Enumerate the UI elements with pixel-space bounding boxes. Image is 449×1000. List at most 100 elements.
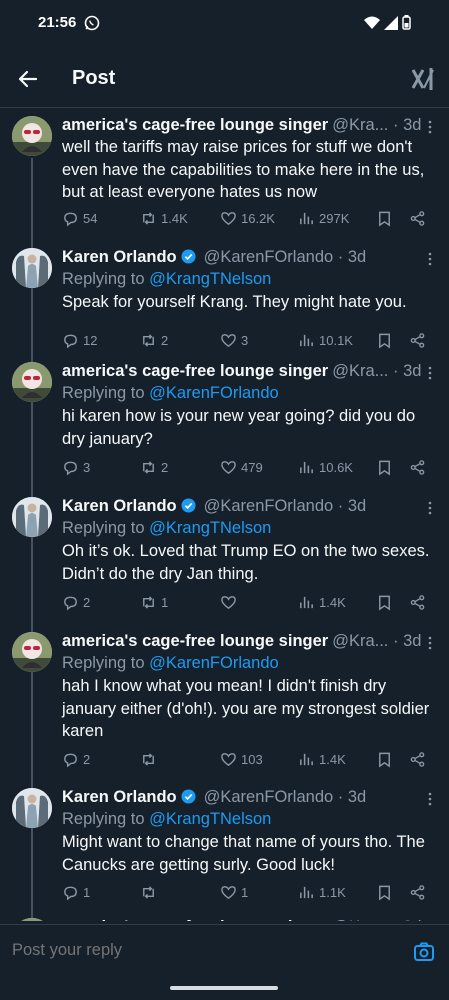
views-button[interactable]: 1.4K bbox=[298, 592, 346, 612]
replying-to-link[interactable]: @KarenFOrlando bbox=[149, 384, 279, 402]
more-options-icon[interactable] bbox=[427, 252, 433, 266]
bookmark-button[interactable] bbox=[376, 882, 393, 902]
share-button[interactable] bbox=[409, 208, 426, 228]
replying-to-label: Replying to bbox=[62, 810, 150, 828]
avatar[interactable] bbox=[12, 362, 52, 402]
repost-button[interactable]: 1 bbox=[140, 592, 168, 612]
author-handle[interactable]: @KarenFOrlando bbox=[204, 788, 334, 806]
replying-to-link[interactable]: @KrangTNelson bbox=[149, 810, 271, 828]
avatar[interactable] bbox=[12, 918, 52, 921]
tweet-header: america's cage-free lounge singer @Kra...… bbox=[62, 916, 426, 921]
view-count: 1.4K bbox=[319, 751, 346, 767]
share-icon[interactable] bbox=[409, 459, 426, 476]
bookmark-button[interactable] bbox=[376, 208, 393, 228]
bookmark-icon[interactable] bbox=[376, 459, 393, 476]
like-button[interactable]: 1 bbox=[220, 882, 248, 902]
author-name[interactable]: america's cage-free lounge singer bbox=[62, 632, 328, 650]
like-count: 16.2K bbox=[241, 210, 275, 226]
heart-icon bbox=[221, 885, 236, 899]
repost-button[interactable]: 2 bbox=[140, 457, 168, 477]
bookmark-button[interactable] bbox=[376, 457, 393, 477]
avatar[interactable] bbox=[12, 497, 52, 537]
bookmark-icon[interactable] bbox=[376, 884, 393, 901]
like-button[interactable]: 479 bbox=[220, 457, 263, 477]
more-options-icon[interactable] bbox=[427, 366, 433, 380]
share-icon[interactable] bbox=[409, 332, 426, 349]
share-icon[interactable] bbox=[409, 210, 426, 227]
more-options-icon[interactable] bbox=[427, 636, 433, 650]
repost-icon bbox=[143, 885, 154, 899]
like-button[interactable]: 103 bbox=[220, 749, 263, 769]
author-handle[interactable]: @Kra... bbox=[332, 362, 388, 380]
replying-to-link[interactable]: @KrangTNelson bbox=[149, 270, 271, 288]
share-button[interactable] bbox=[409, 882, 426, 902]
reply-button[interactable]: 2 bbox=[62, 749, 90, 769]
tweet-actions: 54 1.4K 16.2K 297K bbox=[62, 208, 438, 228]
avatar[interactable] bbox=[12, 632, 52, 672]
avatar[interactable] bbox=[12, 248, 52, 288]
reply-button[interactable]: 3 bbox=[62, 457, 90, 477]
tweet-actions: 2 1 1.4K bbox=[62, 592, 438, 612]
reply-button[interactable]: 12 bbox=[62, 330, 97, 350]
status-time: 21:56 bbox=[38, 14, 77, 31]
author-handle[interactable]: @KarenFOrlando bbox=[204, 497, 334, 515]
more-options-icon[interactable] bbox=[427, 120, 433, 134]
reply-button[interactable]: 2 bbox=[62, 592, 90, 612]
views-button[interactable]: 1.4K bbox=[298, 749, 346, 769]
camera-icon[interactable] bbox=[413, 941, 435, 963]
like-button[interactable]: 16.2K bbox=[220, 208, 275, 228]
like-button[interactable] bbox=[220, 592, 241, 612]
replying-to-link[interactable]: @KrangTNelson bbox=[149, 519, 271, 537]
more-options-icon[interactable] bbox=[427, 501, 433, 515]
bookmark-icon[interactable] bbox=[376, 594, 393, 611]
share-button[interactable] bbox=[409, 330, 426, 350]
reply-icon bbox=[64, 596, 77, 610]
author-name[interactable]: Karen Orlando bbox=[62, 497, 177, 515]
author-handle[interactable]: @Kra... bbox=[332, 116, 388, 134]
tweet-text: Might want to change that name of yours … bbox=[62, 833, 425, 874]
arrow-left-icon[interactable] bbox=[16, 67, 40, 91]
reply-button[interactable]: 54 bbox=[62, 208, 97, 228]
avatar[interactable] bbox=[12, 116, 52, 156]
like-button[interactable]: 3 bbox=[220, 330, 248, 350]
share-icon[interactable] bbox=[409, 594, 426, 611]
repost-button[interactable]: 1.4K bbox=[140, 208, 188, 228]
author-handle[interactable]: @KarenFOrlando bbox=[204, 248, 334, 266]
author-name[interactable]: america's cage-free lounge singer bbox=[62, 116, 328, 134]
bookmark-button[interactable] bbox=[376, 592, 393, 612]
views-button[interactable]: 1.1K bbox=[298, 882, 346, 902]
tweet-timestamp: · 3d bbox=[337, 497, 367, 515]
home-indicator[interactable] bbox=[170, 986, 278, 990]
share-button[interactable] bbox=[409, 592, 426, 612]
share-button[interactable] bbox=[409, 749, 426, 769]
replying-to-link[interactable]: @KarenFOrlando bbox=[149, 654, 279, 672]
bookmark-icon[interactable] bbox=[376, 210, 393, 227]
author-name[interactable]: Karen Orlando bbox=[62, 248, 177, 266]
views-button[interactable]: 10.6K bbox=[298, 457, 353, 477]
author-handle[interactable]: @Kra... bbox=[332, 918, 388, 921]
repost-button[interactable] bbox=[140, 749, 161, 769]
share-icon[interactable] bbox=[409, 884, 426, 901]
views-button[interactable]: 10.1K bbox=[298, 330, 353, 350]
tweet-text: Oh it’s ok. Loved that Trump EO on the t… bbox=[62, 542, 430, 583]
share-button[interactable] bbox=[409, 457, 426, 477]
reply-input[interactable] bbox=[12, 941, 372, 960]
bookmark-icon[interactable] bbox=[376, 332, 393, 349]
bookmark-button[interactable] bbox=[376, 330, 393, 350]
views-button[interactable]: 297K bbox=[298, 208, 349, 228]
reply-button[interactable]: 1 bbox=[62, 882, 90, 902]
bookmark-button[interactable] bbox=[376, 749, 393, 769]
author-name[interactable]: america's cage-free lounge singer bbox=[62, 362, 328, 380]
share-icon[interactable] bbox=[409, 751, 426, 768]
more-options-icon[interactable] bbox=[427, 792, 433, 806]
bookmark-icon[interactable] bbox=[376, 751, 393, 768]
grok-icon[interactable] bbox=[411, 66, 435, 92]
author-name[interactable]: america's cage-free lounge singer bbox=[62, 918, 328, 921]
repost-button[interactable]: 2 bbox=[140, 330, 168, 350]
repost-icon bbox=[143, 752, 154, 766]
author-name[interactable]: Karen Orlando bbox=[62, 788, 177, 806]
avatar[interactable] bbox=[12, 788, 52, 828]
repost-button[interactable] bbox=[140, 882, 161, 902]
author-handle[interactable]: @Kra... bbox=[332, 632, 388, 650]
tweet-actions: 1 1 1.1K bbox=[62, 882, 438, 902]
